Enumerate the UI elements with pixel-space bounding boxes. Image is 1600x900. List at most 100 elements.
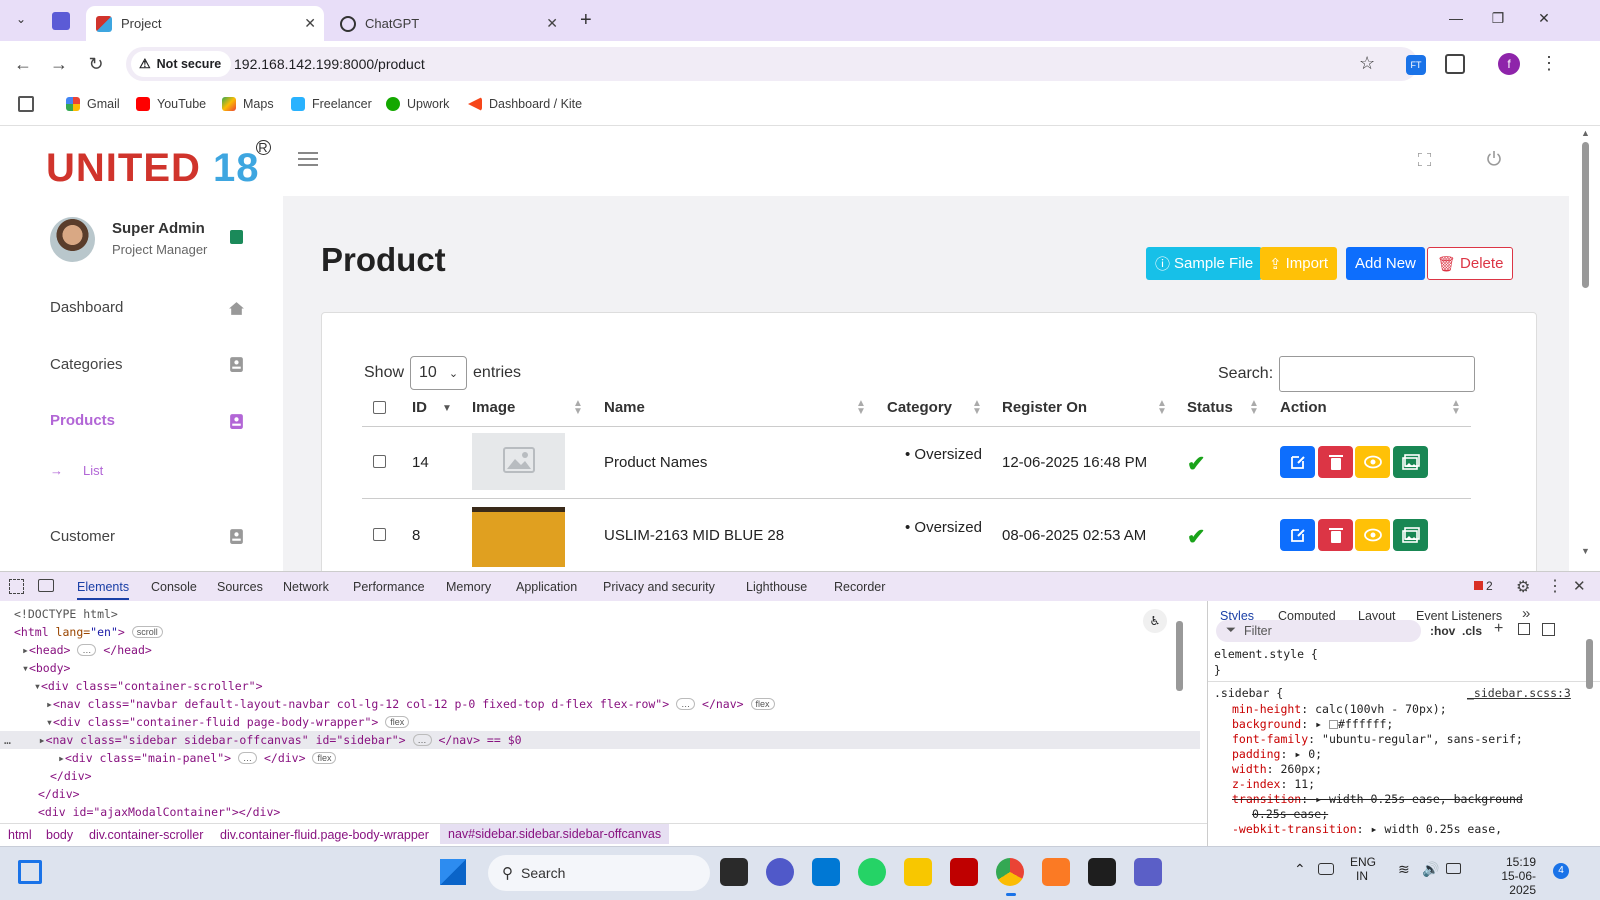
- sidebar-item-customer[interactable]: Customer: [50, 528, 115, 545]
- css-property[interactable]: width: 260px;: [1232, 762, 1322, 776]
- import-button[interactable]: ⇪ Import: [1260, 247, 1338, 280]
- devtools-tab-lighthouse[interactable]: Lighthouse: [746, 580, 807, 594]
- sample-file-button[interactable]: ⓘ Sample File: [1146, 247, 1263, 280]
- dom-line-container-scroller[interactable]: ▾<div class="container-scroller">: [34, 679, 263, 693]
- url-text[interactable]: 192.168.142.199:8000/product: [234, 56, 425, 72]
- reload-button[interactable]: ↻: [85, 53, 107, 75]
- browser-menu-icon[interactable]: ⋮: [1540, 53, 1558, 74]
- accessibility-icon[interactable]: ♿: [1143, 609, 1167, 633]
- hov-toggle[interactable]: :hov: [1430, 624, 1455, 638]
- bookmark-freelancer[interactable]: Freelancer: [291, 97, 372, 111]
- column-header-image[interactable]: Image: [472, 399, 515, 416]
- widgets-icon[interactable]: [18, 860, 42, 884]
- volume-icon[interactable]: 🔊: [1422, 861, 1439, 878]
- ellipsis-badge[interactable]: …: [676, 698, 696, 710]
- extensions-puzzle-icon[interactable]: [1445, 54, 1465, 74]
- devtools-tab-sources[interactable]: Sources: [217, 580, 263, 594]
- css-property[interactable]: background: ▸ #ffffff;: [1232, 717, 1393, 731]
- restore-button[interactable]: ❐: [1488, 10, 1508, 27]
- address-bar[interactable]: ⚠ Not secure 192.168.142.199:8000/produc…: [126, 47, 1418, 81]
- forward-button[interactable]: →: [48, 53, 70, 75]
- settings-gear-icon[interactable]: ⚙: [1516, 577, 1530, 597]
- styles-filter-input[interactable]: ⏷ Filter: [1216, 620, 1421, 642]
- delete-row-button[interactable]: [1318, 446, 1353, 478]
- scroll-up-icon[interactable]: ▲: [1581, 128, 1590, 138]
- css-property[interactable]: -webkit-transition: ▸ width 0.25s ease,: [1232, 822, 1502, 836]
- more-tabs-icon[interactable]: »: [1522, 605, 1530, 622]
- flex-badge[interactable]: flex: [385, 716, 410, 728]
- clock[interactable]: 15:19 15-06-2025: [1480, 855, 1536, 897]
- column-header-status[interactable]: Status: [1187, 399, 1233, 416]
- sidebar-rule-selector[interactable]: .sidebar {: [1214, 686, 1283, 700]
- sidebar-item-dashboard[interactable]: Dashboard: [50, 299, 123, 316]
- scrollbar-thumb[interactable]: [1582, 142, 1589, 288]
- close-icon[interactable]: ✕: [304, 15, 316, 32]
- page-scrollbar[interactable]: ▲ ▼: [1569, 126, 1600, 571]
- breadcrumb-item[interactable]: div.container-scroller: [89, 828, 203, 842]
- hamburger-menu-icon[interactable]: [298, 152, 318, 166]
- paint-icon[interactable]: [1518, 623, 1530, 635]
- view-button[interactable]: [1355, 519, 1390, 551]
- devtools-tab-privacy[interactable]: Privacy and security: [603, 580, 715, 594]
- vscode-icon[interactable]: [812, 858, 840, 886]
- dom-line-page-body-wrapper[interactable]: ▾<div class="container-fluid page-body-w…: [46, 715, 410, 729]
- site-security-chip[interactable]: ⚠ Not secure: [131, 51, 232, 77]
- apps-grid-icon[interactable]: [18, 96, 34, 112]
- css-property[interactable]: z-index: 11;: [1232, 777, 1315, 791]
- gallery-button[interactable]: [1393, 519, 1428, 551]
- devtools-tab-network[interactable]: Network: [283, 580, 329, 594]
- windows-start-icon[interactable]: [440, 859, 466, 885]
- gallery-button[interactable]: [1393, 446, 1428, 478]
- dom-line-close-div[interactable]: </div>: [38, 787, 80, 801]
- dom-line-sidebar-selected[interactable]: … ▸<nav class="sidebar sidebar-offcanvas…: [4, 733, 522, 747]
- edit-button[interactable]: [1280, 519, 1315, 551]
- back-button[interactable]: ←: [12, 53, 34, 75]
- search-input[interactable]: [1279, 356, 1476, 392]
- window-close-button[interactable]: ✕: [1534, 10, 1554, 27]
- column-header-action[interactable]: Action: [1280, 399, 1327, 416]
- row-checkbox[interactable]: [373, 455, 386, 468]
- battery-icon[interactable]: [1446, 863, 1461, 874]
- xampp-icon[interactable]: [1042, 858, 1070, 886]
- delete-button[interactable]: 🗑 Delete: [1427, 247, 1514, 280]
- cls-toggle[interactable]: .cls: [1462, 624, 1482, 638]
- network-icon[interactable]: [1318, 863, 1334, 875]
- dom-line-close-div[interactable]: </div>: [50, 769, 92, 783]
- tab-search-button[interactable]: ⌄: [12, 12, 30, 30]
- chat-icon[interactable]: [766, 858, 794, 886]
- dom-line-body[interactable]: ▾<body>: [22, 661, 70, 675]
- sidebar-subitem-list[interactable]: → List: [50, 463, 103, 478]
- whatsapp-icon[interactable]: [858, 858, 886, 886]
- doctype-line[interactable]: <!DOCTYPE html>: [14, 607, 118, 621]
- devtools-tab-console[interactable]: Console: [151, 580, 197, 594]
- ellipsis-badge[interactable]: …: [238, 752, 258, 764]
- ellipsis-badge[interactable]: …: [412, 734, 432, 746]
- delete-row-button[interactable]: [1318, 519, 1353, 551]
- css-property-overridden[interactable]: transition: ▸ width 0.25s ease, backgrou…: [1232, 792, 1523, 806]
- ellipsis-badge[interactable]: …: [77, 644, 97, 656]
- add-new-button[interactable]: Add New: [1346, 247, 1425, 280]
- dom-line-html[interactable]: <html lang="en"> scroll: [14, 625, 163, 639]
- minimize-button[interactable]: —: [1446, 10, 1466, 26]
- css-property[interactable]: font-family: "ubuntu-regular", sans-seri…: [1232, 732, 1523, 746]
- chevron-up-icon[interactable]: ⌃: [1294, 861, 1306, 878]
- fullscreen-icon[interactable]: [1418, 153, 1431, 166]
- devtools-tab-elements[interactable]: Elements: [77, 580, 130, 600]
- workspace-icon[interactable]: [52, 12, 70, 30]
- sidebar-item-categories[interactable]: Categories: [50, 356, 123, 373]
- breadcrumb-item-selected[interactable]: nav#sidebar.sidebar.sidebar-offcanvas: [440, 824, 670, 844]
- bookmark-maps[interactable]: Maps: [222, 97, 274, 111]
- column-header-name[interactable]: Name: [604, 399, 645, 416]
- language-indicator[interactable]: ENG IN: [1350, 855, 1376, 883]
- select-all-checkbox[interactable]: [373, 401, 386, 414]
- edit-button[interactable]: [1280, 446, 1315, 478]
- dom-tree-panel[interactable]: <!DOCTYPE html> <html lang="en"> scroll …: [0, 601, 1207, 823]
- filezilla-icon[interactable]: [950, 858, 978, 886]
- sidebar-item-products[interactable]: Products: [50, 412, 115, 429]
- css-property-overridden[interactable]: 0.25s ease;: [1252, 807, 1328, 821]
- bookmark-star-icon[interactable]: ☆: [1359, 53, 1375, 74]
- column-header-register-on[interactable]: Register On: [1002, 399, 1087, 416]
- page-size-select[interactable]: 10 ⌄: [410, 356, 468, 390]
- profile-avatar[interactable]: f: [1498, 53, 1520, 75]
- file-explorer-icon[interactable]: [904, 858, 932, 886]
